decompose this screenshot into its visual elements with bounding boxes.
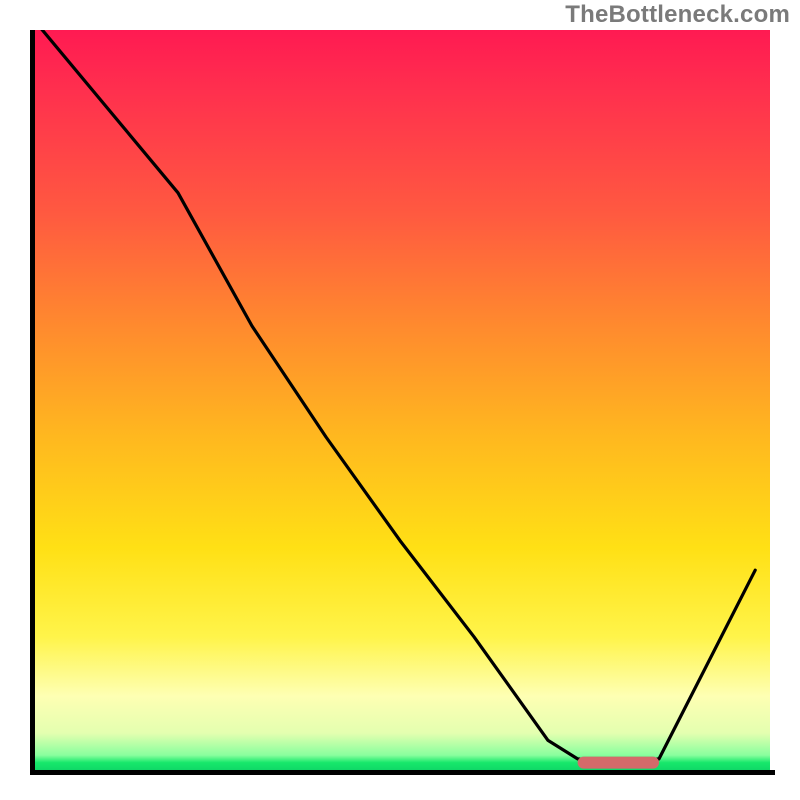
bottleneck-curve-svg (30, 30, 770, 770)
optimal-marker (578, 757, 659, 769)
chart-canvas: TheBottleneck.com (0, 0, 800, 800)
x-axis (30, 770, 775, 775)
y-axis (30, 30, 35, 775)
bottleneck-curve (30, 30, 755, 763)
watermark-text: TheBottleneck.com (565, 1, 790, 29)
plot-area (30, 30, 770, 770)
